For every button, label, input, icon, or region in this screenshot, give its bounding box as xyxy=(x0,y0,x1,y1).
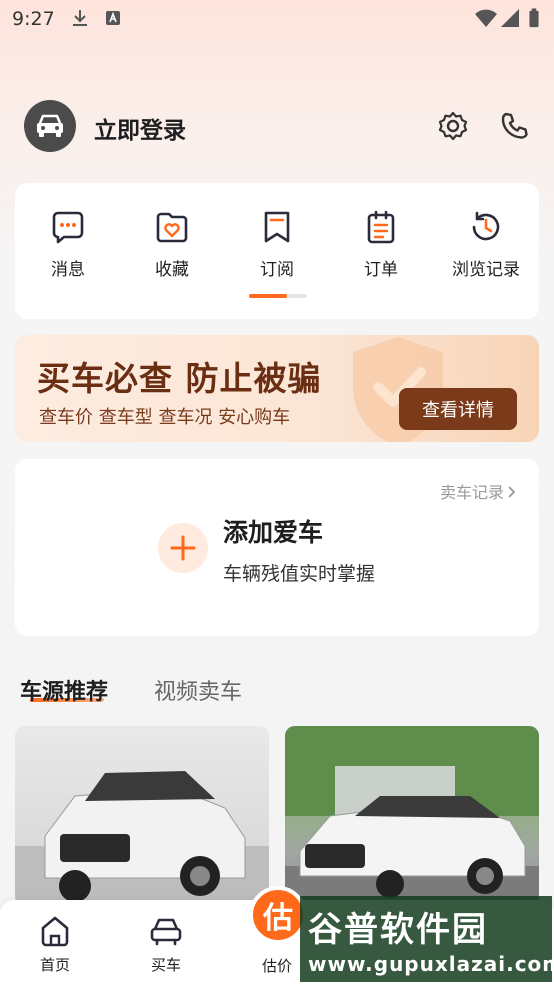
login-link[interactable]: 立即登录 xyxy=(94,111,186,145)
tab-car-recommendation[interactable]: 车源推荐 xyxy=(20,674,108,706)
quick-item-favorite[interactable]: 收藏 xyxy=(120,209,224,280)
chevron-right-icon xyxy=(508,486,516,498)
quick-item-label: 消息 xyxy=(51,260,85,280)
quick-item-label: 订单 xyxy=(364,260,398,280)
add-car-subtitle: 车辆残值实时掌握 xyxy=(223,563,376,585)
plus-icon xyxy=(170,535,196,561)
watermark-title: 谷普软件园 xyxy=(308,910,488,950)
add-car-title[interactable]: 添加爱车 xyxy=(223,513,323,549)
nav-buy-label: 买车 xyxy=(150,956,181,974)
phone-icon[interactable] xyxy=(498,110,530,142)
quick-item-label: 浏览记录 xyxy=(452,260,520,280)
car-photo-white-suv xyxy=(15,771,269,906)
settings-gear-icon[interactable] xyxy=(437,110,469,142)
car-listing-card[interactable] xyxy=(285,726,539,906)
sell-record-link[interactable]: 卖车记录 xyxy=(440,479,517,503)
view-details-button[interactable]: 查看详情 xyxy=(399,388,517,430)
keyboard-a-icon xyxy=(106,11,120,25)
watermark-url: www.gupuxlazai.com xyxy=(308,952,554,976)
car-icon xyxy=(150,918,182,946)
download-icon xyxy=(73,10,87,26)
battery-icon xyxy=(529,8,539,28)
estimate-button[interactable]: 估 xyxy=(249,886,307,944)
quick-item-label: 收藏 xyxy=(155,260,189,280)
add-car-button[interactable] xyxy=(158,523,208,573)
car-avatar-icon xyxy=(37,114,63,137)
message-icon xyxy=(52,211,84,244)
avatar[interactable] xyxy=(24,100,76,152)
status-time: 9:27 xyxy=(12,8,55,30)
nav-home[interactable]: 首页 xyxy=(15,914,95,975)
feed-tabs: 车源推荐 视频卖车 xyxy=(20,674,340,710)
quick-menu-card: 消息 收藏 订阅 订单 浏览记录 xyxy=(15,183,539,319)
promo-banner[interactable]: 买车必查 防止被骗 查车价 查车型 查车况 安心购车 查看详情 xyxy=(15,335,539,442)
car-listing-card[interactable] xyxy=(15,726,269,906)
quick-item-order[interactable]: 订单 xyxy=(329,209,433,280)
car-photo-white-suv-outdoor xyxy=(285,726,539,906)
banner-title: 买车必查 防止被骗 xyxy=(37,359,322,398)
history-icon xyxy=(472,211,500,241)
quick-item-history[interactable]: 浏览记录 xyxy=(434,209,538,280)
quick-item-subscribe[interactable]: 订阅 xyxy=(225,209,329,280)
quick-item-message[interactable]: 消息 xyxy=(16,209,120,280)
sell-record-label: 卖车记录 xyxy=(439,483,504,502)
home-icon xyxy=(41,916,69,947)
tab-video-sell[interactable]: 视频卖车 xyxy=(154,674,242,706)
watermark-overlay: 谷普软件园 www.gupuxlazai.com xyxy=(300,896,554,982)
wifi-icon xyxy=(475,9,497,27)
signal-icon xyxy=(501,9,519,27)
subscribe-icon xyxy=(264,211,290,243)
quick-menu-scroll-indicator xyxy=(249,294,307,298)
order-icon xyxy=(367,210,395,244)
nav-buy-car[interactable]: 买车 xyxy=(126,914,206,975)
nav-home-label: 首页 xyxy=(39,956,70,974)
add-car-card: 卖车记录 添加爱车 车辆残值实时掌握 xyxy=(15,459,539,636)
banner-subtitle: 查车价 查车型 查车况 安心购车 xyxy=(39,407,291,428)
profile-header: 立即登录 xyxy=(24,100,530,152)
favorite-icon xyxy=(156,212,188,243)
status-bar: 9:27 xyxy=(0,0,554,38)
quick-item-label: 订阅 xyxy=(260,260,294,280)
